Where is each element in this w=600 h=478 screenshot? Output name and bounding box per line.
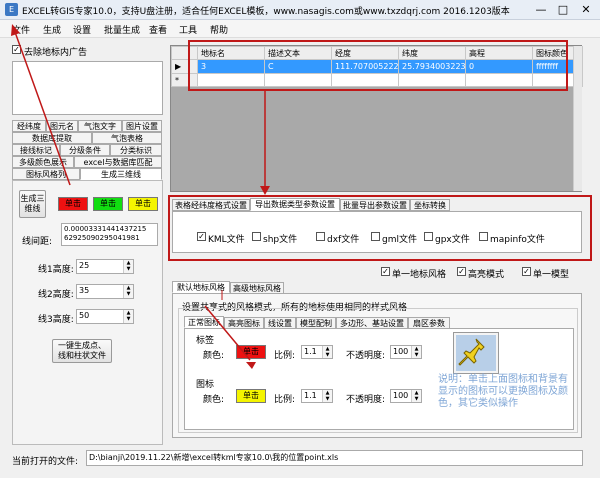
tab-category-mark[interactable]: 分类标识 [110,144,162,156]
menu-help[interactable]: 帮助 [210,23,228,36]
tab-element-name[interactable]: 图元名 [46,120,78,132]
label-scale-spinner[interactable]: ▲ ▼ [322,346,332,358]
tab-excel-db-match[interactable]: excel与数据库匹配 [74,156,162,168]
label-opacity-field[interactable]: 100 ▲ ▼ [390,345,422,359]
icon-opacity-value: 100 [393,391,409,400]
ad-preview-box [12,61,163,115]
icon-opacity-spinner[interactable]: ▲ ▼ [411,390,421,402]
icon-opacity-label: 不透明度: [346,395,386,405]
maximize-button[interactable]: □ [552,2,574,18]
annotation-box-grid [188,40,568,91]
tab-lonlat[interactable]: 经纬度 [12,120,46,132]
line3-height-field[interactable]: 50 ▲ ▼ [76,309,134,324]
interval-field[interactable]: 0.00003331441437215 62925090295041981 [61,223,158,246]
line2-height-label: 线2高度: [38,290,74,300]
app-icon: E [5,3,18,16]
line1-height-label: 线1高度: [38,265,74,275]
tab-multicolor[interactable]: 多级颜色展示 [12,156,74,168]
icon-color-label: 颜色: [203,395,225,405]
menu-settings[interactable]: 设置 [73,23,91,36]
current-file-path[interactable]: D:\bianji\2019.11.22\新增\excel转kml专家10.0\… [86,450,583,466]
subtab-normal-icon[interactable]: 正常图标 [184,316,224,328]
tab-db-extract[interactable]: 数据库提取 [12,132,92,144]
tab-3d-line[interactable]: 生成三维线 [80,168,162,180]
icon-scale-label: 比例: [274,395,296,405]
pushpin-icon-button[interactable] [453,332,499,374]
minimize-button[interactable]: — [530,2,552,18]
line2-height-field[interactable]: 35 ▲ ▼ [76,284,134,299]
one-click-generate-button[interactable]: 一键生成点、 线和柱状文件 [52,339,112,363]
window-title: EXCEL转GIS专家10.0，支持U盘注册，适合任何EXCEL模板，www.n… [22,7,510,17]
single-style-checkbox[interactable]: ✓ [381,267,390,276]
tab-image-settings[interactable]: 图片设置 [122,120,162,132]
tab-bubble-table[interactable]: 气泡表格 [92,132,162,144]
label-scale-field[interactable]: 1.1 ▲ ▼ [301,345,333,359]
tab-icon-style[interactable]: 图标风格列 [12,168,80,180]
line3-height-label: 线3高度: [38,315,74,325]
tab-bubble-text[interactable]: 气泡文字 [78,120,122,132]
style-hint-text: 说明：单击上面图标和背景有显示的图标可以更换图标及颜色，其它类似操作 [438,374,568,409]
line2-spinner[interactable]: ▲ ▼ [123,285,133,298]
title-bar: E EXCEL转GIS专家10.0，支持U盘注册，适合任何EXCEL模板，www… [0,0,600,20]
icon-color-button[interactable]: 单击 [236,389,266,403]
line3-spinner[interactable]: ▲ ▼ [123,310,133,323]
tab-grade-condition[interactable]: 分级条件 [60,144,110,156]
label-section-title: 标签 [196,336,215,346]
icon-scale-spinner[interactable]: ▲ ▼ [322,390,332,402]
label-opacity-label: 不透明度: [346,351,386,361]
menu-view[interactable]: 查看 [149,23,167,36]
menu-bar: 文件 生成 设置 批量生成 查看 工具 帮助 [0,20,600,38]
line1-height-value: 25 [79,261,90,270]
generate-3d-line-button[interactable]: 生成三 维线 [19,190,46,218]
menu-batch[interactable]: 批量生成 [104,23,140,36]
label-scale-label: 比例: [274,351,296,361]
label-scale-value: 1.1 [304,347,317,356]
menu-tools[interactable]: 工具 [179,23,197,36]
label-opacity-value: 100 [393,347,409,356]
highlight-mode-label: 高亮模式 [468,270,505,280]
tab-line-mark[interactable]: 接线标记 [12,144,60,156]
label-color-label: 颜色: [203,351,225,361]
pushpin-icon [456,335,496,371]
annotation-box-export [168,195,592,261]
menu-file[interactable]: 文件 [12,23,30,36]
icon-opacity-field[interactable]: 100 ▲ ▼ [390,389,422,403]
highlight-mode-checkbox[interactable]: ✓ [457,267,466,276]
color-red-button[interactable]: 单击 [58,197,88,211]
line1-height-field[interactable]: 25 ▲ ▼ [76,259,134,274]
current-file-label: 当前打开的文件: [12,457,79,467]
line1-spinner[interactable]: ▲ ▼ [123,260,133,273]
line2-height-value: 35 [79,286,90,295]
remove-ad-label: 去除地标内广告 [24,48,88,58]
icon-scale-field[interactable]: 1.1 ▲ ▼ [301,389,333,403]
single-model-checkbox[interactable]: ✓ [522,267,531,276]
label-opacity-spinner[interactable]: ▲ ▼ [411,346,421,358]
icon-section-title: 图标 [196,380,215,390]
menu-generate[interactable]: 生成 [43,23,61,36]
single-style-label: 单一地标风格 [392,270,447,280]
grid-scrollbar[interactable] [573,46,582,191]
label-color-button[interactable]: 单击 [236,345,266,359]
tab-default-style[interactable]: 默认地标风格 [172,281,230,293]
remove-ad-checkbox[interactable]: ✓ [12,45,21,54]
icon-scale-value: 1.1 [304,391,317,400]
color-yellow-button[interactable]: 单击 [128,197,158,211]
interval-label: 线间距: [22,237,53,247]
color-green-button[interactable]: 单击 [93,197,123,211]
single-model-label: 单一模型 [533,270,570,280]
close-button[interactable]: ✕ [575,2,597,18]
line3-height-value: 50 [79,311,90,320]
